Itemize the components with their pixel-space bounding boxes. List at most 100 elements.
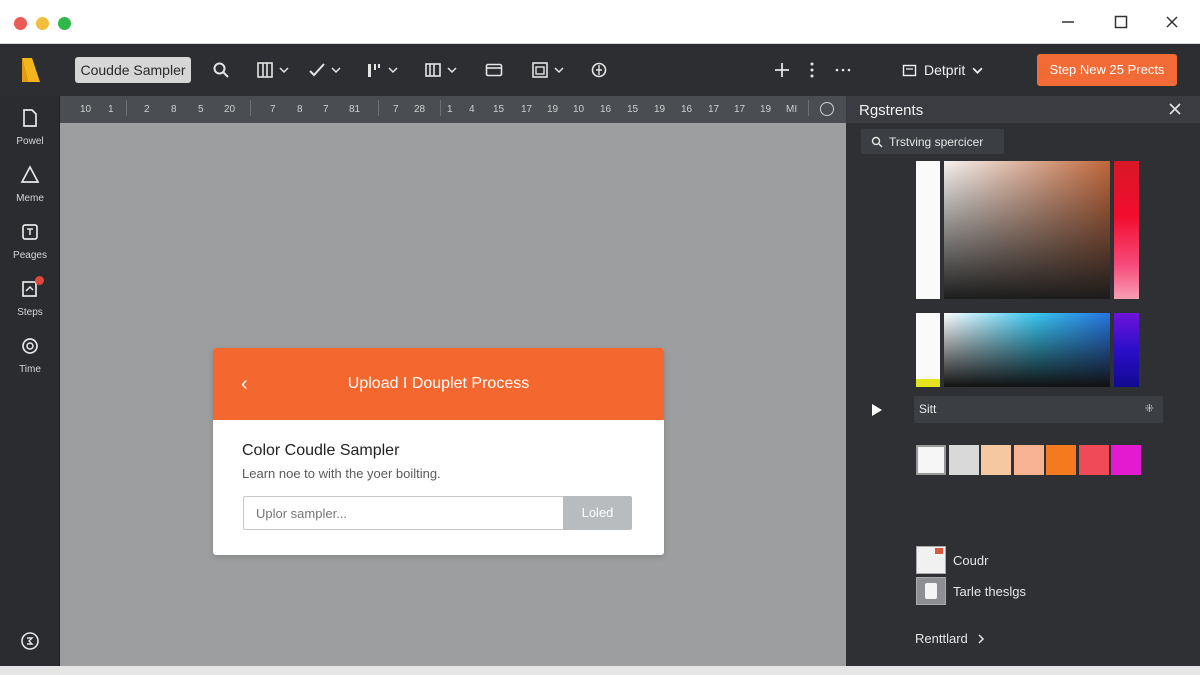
upload-dialog: ‹ Upload I Douplet Process Color Coudle … — [213, 348, 664, 555]
sidebar-item-label: Peages — [13, 250, 47, 261]
color-value-field[interactable]: Sitt ⁜ — [914, 396, 1163, 423]
color-swatch[interactable] — [916, 445, 946, 475]
panel-list-item[interactable]: Tarle theslgs — [916, 577, 1026, 605]
ruler-tick: 17 — [708, 104, 720, 115]
minimize-window-dot[interactable] — [36, 17, 49, 30]
color-picker-area[interactable] — [944, 161, 1110, 299]
minimize-icon[interactable] — [1056, 10, 1080, 34]
toolbar: Coudde Sampler Detprit Step New 25 Prect… — [0, 44, 1200, 96]
chevron-down-icon — [447, 67, 457, 74]
ruler-tick: 8 — [297, 104, 303, 115]
dialog-heading: Color Coudle Sampler — [242, 442, 400, 459]
pages-icon — [22, 224, 38, 240]
ruler-tick: 1 — [108, 104, 114, 115]
ruler-tick: 19 — [760, 104, 772, 115]
hue-slider[interactable] — [1114, 161, 1139, 299]
notification-badge — [35, 276, 44, 285]
sidebar-item-steps[interactable]: Steps — [0, 276, 60, 320]
panel-header: Rgstrents — [846, 96, 1200, 123]
ruler-settings-icon[interactable] — [820, 102, 834, 116]
right-panel: Rgstrents Trstving spercicer Sitt ⁜ Coud… — [846, 96, 1200, 666]
grid-tool-dropdown[interactable] — [531, 58, 564, 82]
panel-list-item-label: Coudr — [953, 552, 989, 568]
dialog-subtitle: Learn noe to with the yoer boilting. — [242, 466, 441, 481]
color-swatch[interactable] — [1046, 445, 1076, 475]
eyedropper-icon[interactable]: ⁜ — [1145, 396, 1154, 423]
opacity-strip[interactable] — [916, 161, 940, 299]
chevron-down-icon — [388, 67, 398, 74]
play-icon[interactable] — [871, 403, 883, 417]
triangle-icon — [20, 165, 40, 183]
sidebar-item-peages[interactable]: Peages — [0, 222, 60, 263]
maximize-icon[interactable] — [1109, 10, 1133, 34]
search-icon — [871, 136, 883, 147]
color-swatch[interactable] — [1111, 445, 1141, 475]
columns-icon — [257, 62, 273, 78]
columns-tool-dropdown[interactable] — [256, 58, 289, 82]
close-icon[interactable] — [1168, 102, 1182, 116]
more-vertical-icon[interactable] — [803, 58, 821, 82]
panel-title: Rgstrents — [859, 102, 924, 119]
layout-tool-dropdown[interactable] — [424, 58, 457, 82]
ruler-tick: 7 — [393, 104, 399, 115]
close-window-dot[interactable] — [14, 17, 27, 30]
thumbnail — [916, 546, 946, 574]
load-button[interactable]: Loled — [563, 496, 632, 530]
hue-slider-secondary[interactable] — [1114, 313, 1139, 387]
color-swatch[interactable] — [1013, 445, 1044, 475]
power-icon[interactable] — [20, 631, 40, 651]
ruler-tick: 10 — [80, 104, 92, 115]
sidebar-item-powel[interactable]: Powel — [0, 108, 60, 149]
toolbar-title-chip[interactable]: Coudde Sampler — [75, 57, 191, 83]
dialog-header: ‹ Upload I Douplet Process — [213, 348, 664, 420]
chevron-down-icon — [972, 67, 983, 74]
panel-footer-label: Renttlard — [915, 631, 968, 646]
panel-search-text: Trstving spercicer — [889, 134, 984, 149]
search-icon[interactable] — [212, 58, 230, 82]
card-icon[interactable] — [485, 58, 503, 82]
color-picker-area-secondary[interactable] — [944, 313, 1110, 387]
gear-icon — [22, 338, 38, 354]
color-swatch[interactable] — [981, 445, 1011, 475]
document-icon — [902, 64, 917, 76]
panel-footer-link[interactable]: Renttlard — [915, 631, 986, 646]
plus-icon[interactable] — [773, 58, 791, 82]
chevron-right-icon — [978, 633, 984, 644]
sidebar-item-label: Time — [19, 364, 41, 375]
sidebar-item-time[interactable]: Time — [0, 336, 60, 377]
ruler-tick: 15 — [493, 104, 505, 115]
sidebar-item-meme[interactable]: Meme — [0, 165, 60, 206]
check-pen-icon — [309, 63, 325, 77]
sampler-input[interactable] — [243, 496, 563, 530]
more-horizontal-icon[interactable] — [834, 58, 852, 82]
color-swatch[interactable] — [948, 445, 979, 475]
ruler-tick: 19 — [654, 104, 666, 115]
ruler-tick: 16 — [600, 104, 612, 115]
document-select[interactable]: Detprit — [902, 58, 983, 82]
ruler-tick: 10 — [573, 104, 585, 115]
sidebar-item-label: Powel — [16, 136, 44, 147]
color-swatch[interactable] — [1078, 445, 1109, 475]
text-tool-dropdown[interactable] — [365, 58, 398, 82]
close-icon[interactable] — [1160, 10, 1184, 34]
panel-list-item[interactable]: Coudr — [916, 546, 988, 574]
opacity-strip[interactable] — [916, 313, 940, 387]
sidebar-item-label: Steps — [17, 307, 43, 318]
app-logo-icon — [22, 58, 40, 82]
step-new-button[interactable]: Step New 25 Prects — [1037, 54, 1177, 86]
document-select-label: Detprit — [924, 62, 966, 78]
chevron-down-icon — [554, 67, 564, 74]
panel-search[interactable]: Trstving spercicer — [861, 129, 1004, 154]
ruler-tick: 7 — [270, 104, 276, 115]
target-icon[interactable] — [590, 58, 608, 82]
ruler-tick: 28 — [414, 104, 426, 115]
pen-tool-dropdown[interactable] — [308, 58, 341, 82]
ruler-tick: 1 — [447, 104, 453, 115]
ruler-tick: 16 — [681, 104, 693, 115]
title-bar — [0, 0, 1200, 44]
ruler-tick: 15 — [627, 104, 639, 115]
file-icon — [23, 109, 37, 127]
ruler-tick: 17 — [521, 104, 533, 115]
chevron-down-icon — [279, 67, 289, 74]
maximize-window-dot[interactable] — [58, 17, 71, 30]
